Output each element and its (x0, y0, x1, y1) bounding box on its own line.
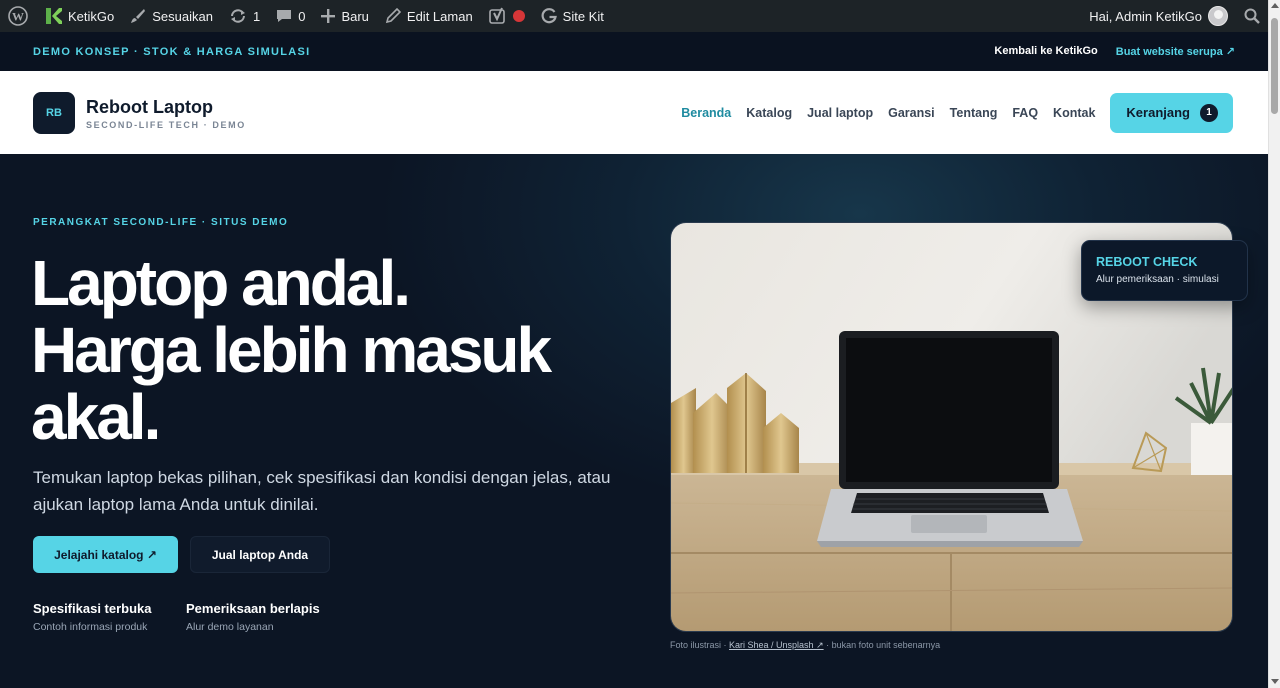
check-card-title: REBOOT CHECK (1096, 255, 1198, 269)
brush-icon (131, 9, 146, 23)
nav-item-tentang[interactable]: Tentang (950, 106, 998, 120)
avatar (1208, 6, 1228, 26)
comments-link[interactable]: 0 (268, 0, 313, 32)
yoast-icon (488, 7, 505, 24)
account-menu[interactable]: Hai, Admin KetikGo (1081, 0, 1236, 32)
wordpress-logo-icon[interactable]: W (0, 0, 36, 32)
feature-subtitle: Alur demo layanan (186, 621, 274, 633)
demo-notice: DEMO KONSEP · STOK & HARGA SIMULASI (33, 45, 311, 58)
updates-count: 1 (252, 8, 261, 24)
headline-line-1: Laptop andal. (31, 247, 411, 319)
headline-line-3: akal. (31, 381, 161, 453)
feature-open-specs: Spesifikasi terbuka Contoh informasi pro… (33, 601, 152, 633)
greeting-label: Hai, Admin KetikGo (1089, 8, 1202, 24)
nav-item-kontak[interactable]: Kontak (1053, 106, 1095, 120)
back-to-ketikgo-link[interactable]: Kembali ke KetikGo (994, 45, 1097, 58)
hero-eyebrow: PERANGKAT SECOND-LIFE · SITUS DEMO (33, 217, 289, 228)
photo-caption: Foto ilustrasi · Kari Shea / Unsplash ↗ … (670, 640, 940, 651)
edit-page-label: Edit Laman (406, 8, 473, 24)
site-kit-link[interactable]: Site Kit (533, 0, 612, 32)
scroll-up-icon[interactable] (1271, 3, 1279, 8)
photo-credit-link[interactable]: Kari Shea / Unsplash ↗ (729, 640, 824, 650)
new-content-link[interactable]: Baru (313, 0, 376, 32)
svg-text:W: W (12, 10, 24, 24)
feature-title: Spesifikasi terbuka (33, 601, 152, 616)
updates-icon (230, 9, 245, 23)
main-nav: Beranda Katalog Jual laptop Garansi Tent… (681, 92, 1233, 133)
check-card-subtitle: Alur pemeriksaan · simulasi (1096, 274, 1219, 285)
page-scrollbar[interactable] (1268, 0, 1280, 688)
seo-status-dot (512, 10, 525, 22)
admin-site-name: KetikGo (68, 8, 115, 24)
browse-catalog-button[interactable]: Jelajahi katalog ↗ (33, 536, 178, 573)
site-logo[interactable]: RB (33, 91, 75, 134)
cart-label: Keranjang (1126, 105, 1190, 120)
admin-search[interactable] (1236, 0, 1268, 32)
site-kit-label: Site Kit (562, 8, 604, 24)
nav-item-jual-laptop[interactable]: Jual laptop (807, 106, 873, 120)
google-g-icon (541, 8, 557, 24)
admin-site-link[interactable]: KetikGo (36, 0, 122, 32)
scroll-down-icon[interactable] (1271, 679, 1279, 684)
admin-bar: W KetikGo Sesuaikan 1 0 Baru Edit Laman … (0, 0, 1268, 32)
comment-icon (277, 10, 292, 22)
reboot-check-card: REBOOT CHECK Alur pemeriksaan · simulasi (1081, 240, 1248, 301)
cart-count-badge: 1 (1200, 103, 1218, 122)
brand-name: Reboot Laptop (86, 96, 213, 117)
hero-section: PERANGKAT SECOND-LIFE · SITUS DEMO Lapto… (0, 154, 1268, 688)
caption-prefix: Foto ilustrasi · (670, 640, 730, 650)
nav-item-garansi[interactable]: Garansi (888, 106, 935, 120)
headline-line-2: Harga lebih masuk (31, 314, 552, 386)
caption-suffix: · bukan foto unit sebenarnya (823, 640, 941, 650)
cart-button[interactable]: Keranjang 1 (1110, 92, 1233, 133)
plus-icon (321, 9, 336, 23)
customize-label: Sesuaikan (152, 8, 213, 24)
edit-page-link[interactable]: Edit Laman (377, 0, 481, 32)
search-icon (1244, 8, 1260, 24)
feature-subtitle: Contoh informasi produk (33, 621, 148, 633)
yoast-link[interactable] (481, 0, 533, 32)
build-similar-link[interactable]: Buat website serupa ↗ (1116, 45, 1235, 58)
announcement-bar: DEMO KONSEP · STOK & HARGA SIMULASI Kemb… (0, 32, 1268, 71)
feature-title: Pemeriksaan berlapis (186, 601, 320, 616)
feature-layered-check: Pemeriksaan berlapis Alur demo layanan (186, 601, 320, 633)
pencil-icon (385, 8, 401, 24)
nav-item-katalog[interactable]: Katalog (746, 106, 792, 120)
hero-headline: Laptop andal. Harga lebih masuk akal. (31, 250, 651, 451)
brand[interactable]: Reboot Laptop SECOND-LIFE TECH · DEMO (86, 96, 246, 130)
ketikgo-logo-icon (46, 8, 62, 24)
updates-link[interactable]: 1 (221, 0, 268, 32)
site-header: RB Reboot Laptop SECOND-LIFE TECH · DEMO… (0, 71, 1268, 154)
sell-laptop-button[interactable]: Jual laptop Anda (190, 536, 330, 573)
scrollbar-thumb[interactable] (1271, 18, 1278, 114)
nav-item-faq[interactable]: FAQ (1012, 106, 1038, 120)
new-label: Baru (341, 8, 369, 24)
hero-subtext: Temukan laptop bekas pilihan, cek spesif… (33, 468, 611, 514)
comments-count: 0 (298, 8, 306, 24)
customize-link[interactable]: Sesuaikan (122, 0, 221, 32)
brand-tagline: SECOND-LIFE TECH · DEMO (86, 119, 246, 130)
nav-item-beranda[interactable]: Beranda (681, 106, 731, 120)
